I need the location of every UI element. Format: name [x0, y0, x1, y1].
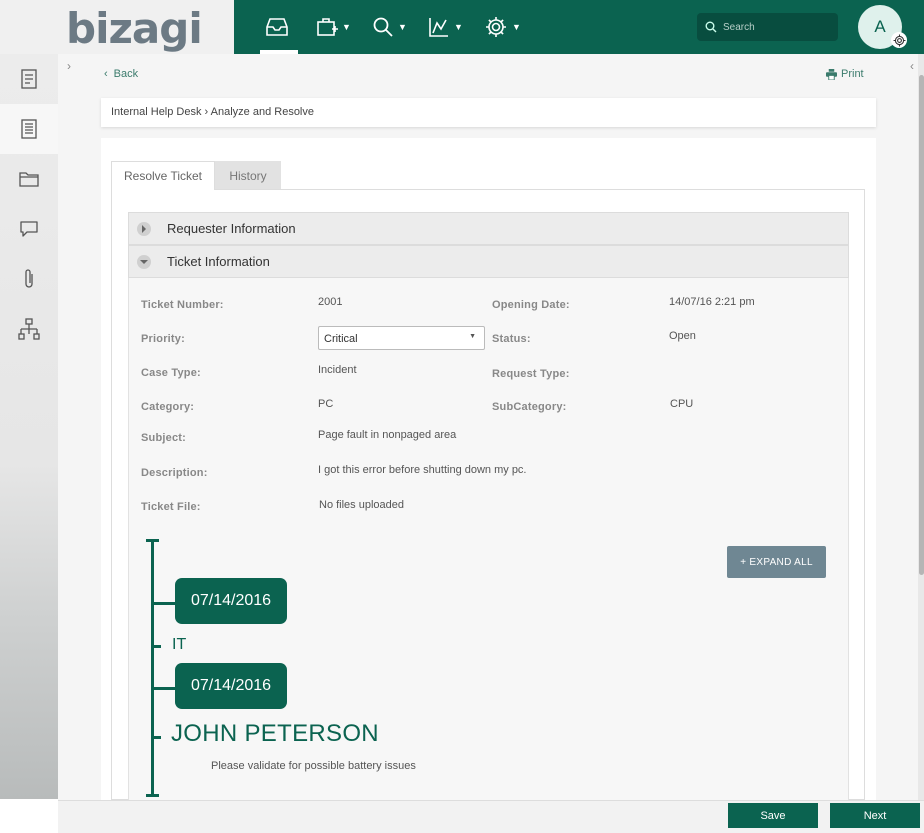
- timeline-tick: [151, 687, 175, 690]
- expand-all-button[interactable]: + EXPAND ALL: [727, 546, 826, 578]
- ticket-file-value: No files uploaded: [319, 499, 405, 511]
- attachment-icon: [25, 269, 33, 288]
- timeline-line: [151, 540, 154, 796]
- timeline-bottom-cap: [146, 794, 159, 797]
- folder-icon: [19, 172, 39, 187]
- chevron-down-icon: [137, 254, 151, 269]
- section-title: Ticket Information: [167, 254, 270, 269]
- new-case-menu[interactable]: ▼: [316, 12, 351, 42]
- category-value: PC: [318, 398, 334, 410]
- timeline-date-badge[interactable]: 07/14/2016: [175, 663, 287, 709]
- category-label: Category:: [141, 401, 195, 413]
- section-title: Requester Information: [167, 221, 296, 236]
- printer-icon: [826, 68, 837, 80]
- breadcrumb: Internal Help Desk › Analyze and Resolve: [101, 98, 876, 127]
- process-map-icon: [18, 318, 40, 340]
- search-menu[interactable]: ▼: [372, 12, 407, 42]
- inbox-icon[interactable]: [264, 12, 290, 42]
- chevron-right-icon: [137, 221, 151, 236]
- analytics-icon: [429, 18, 448, 37]
- search-menu-icon: [373, 17, 393, 37]
- priority-selected-value: Critical: [324, 333, 358, 345]
- request-type-label: Request Type:: [492, 368, 570, 380]
- priority-label: Priority:: [141, 333, 185, 345]
- chevron-down-icon: ▼: [512, 22, 521, 32]
- timeline-top-cap: [146, 539, 159, 542]
- status-value: Open: [669, 330, 696, 342]
- ticket-number-value: 2001: [318, 296, 343, 308]
- case-type-label: Case Type:: [141, 367, 201, 379]
- timeline-date-badge[interactable]: 07/14/2016: [175, 578, 287, 624]
- timeline-tick: [151, 645, 161, 648]
- print-label: Print: [841, 68, 864, 80]
- admin-menu[interactable]: ▼: [484, 12, 521, 42]
- back-link[interactable]: ‹ Back: [104, 68, 138, 80]
- timeline-tick: [151, 602, 175, 605]
- case-list-icon: [21, 119, 37, 139]
- description-label: Description:: [141, 467, 208, 479]
- sidebar-item-tasks[interactable]: [0, 54, 58, 104]
- new-case-icon: [317, 18, 338, 36]
- print-link[interactable]: Print: [826, 68, 864, 80]
- sidebar-item-attachments[interactable]: [0, 254, 58, 304]
- description-value: I got this error before shutting down my…: [318, 464, 527, 476]
- ticket-file-label: Ticket File:: [141, 501, 201, 513]
- opening-date-label: Opening Date:: [492, 299, 570, 311]
- tab-resolve-ticket[interactable]: Resolve Ticket: [111, 161, 215, 190]
- chat-icon: [20, 221, 38, 237]
- chevron-down-icon: ▼: [469, 333, 476, 340]
- subcategory-value: CPU: [670, 398, 694, 410]
- sidebar-item-folders[interactable]: [0, 154, 58, 204]
- save-button[interactable]: Save: [728, 803, 818, 828]
- timeline-tick: [151, 736, 161, 739]
- back-label: Back: [113, 68, 139, 80]
- section-requester-information[interactable]: Requester Information: [128, 212, 849, 245]
- search-input[interactable]: [723, 21, 833, 33]
- admin-gear-icon: [486, 17, 506, 37]
- tab-history[interactable]: History: [215, 161, 281, 190]
- ticket-number-label: Ticket Number:: [141, 299, 224, 311]
- priority-select[interactable]: Critical ▼: [318, 326, 485, 350]
- chevron-down-icon: ▼: [454, 22, 463, 32]
- chevron-left-icon: ‹: [104, 68, 108, 80]
- case-type-value: Incident: [318, 364, 357, 376]
- status-label: Status:: [492, 333, 531, 345]
- search-icon: [705, 21, 717, 33]
- timeline-group-label: IT: [172, 636, 187, 653]
- analytics-menu[interactable]: ▼: [428, 12, 463, 42]
- task-list-icon: [21, 69, 37, 89]
- expand-left-panel-icon[interactable]: ›: [61, 56, 77, 76]
- left-sidebar: [0, 54, 58, 799]
- top-navigation-bar: ▼ ▼ ▼ ▼ A: [234, 0, 924, 54]
- next-button[interactable]: Next: [830, 803, 920, 828]
- sidebar-item-cases[interactable]: [0, 104, 58, 154]
- sidebar-item-chat[interactable]: [0, 204, 58, 254]
- sidebar-item-process[interactable]: [0, 304, 58, 354]
- timeline-comment: Please validate for possible battery iss…: [211, 760, 416, 772]
- chevron-down-icon: ▼: [398, 22, 407, 32]
- subcategory-label: SubCategory:: [492, 401, 567, 413]
- bizagi-logo: bizagi: [66, 4, 203, 53]
- user-settings-gear-icon[interactable]: [891, 32, 907, 48]
- sidebar-footer: [0, 799, 58, 833]
- section-ticket-information[interactable]: Ticket Information: [128, 245, 849, 278]
- subject-label: Subject:: [141, 432, 186, 444]
- logo-area: bizagi: [0, 0, 234, 54]
- scrollbar-thumb[interactable]: [919, 75, 924, 575]
- opening-date-value: 14/07/16 2:21 pm: [669, 296, 755, 308]
- search-box[interactable]: [697, 13, 838, 41]
- timeline-author-name: JOHN PETERSON: [171, 720, 379, 747]
- chevron-down-icon: ▼: [342, 22, 351, 32]
- subject-value: Page fault in nonpaged area: [318, 429, 457, 441]
